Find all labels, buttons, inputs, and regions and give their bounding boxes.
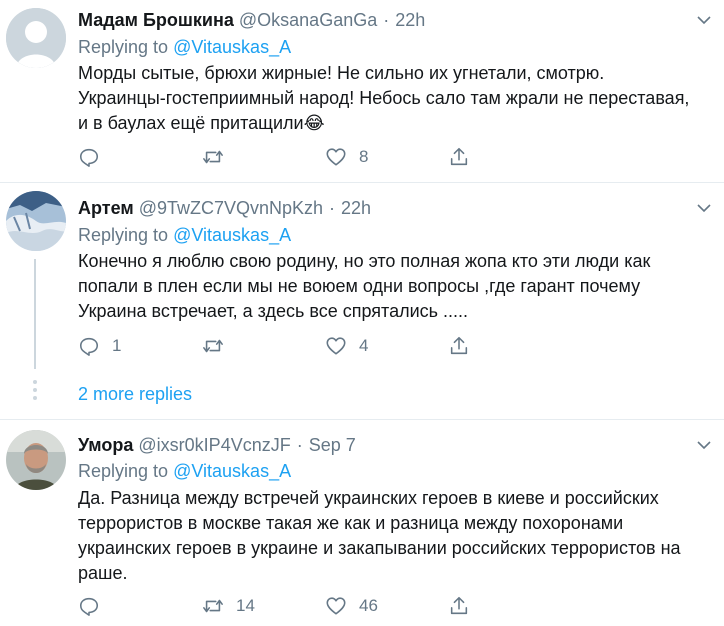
share-button[interactable] [448,594,470,618]
replying-to-label: Replying to [78,225,169,245]
replying-to-label: Replying to [78,37,169,57]
replying-to-link[interactable]: @Vitauskas_A [173,461,291,481]
replying-to-label: Replying to [78,461,169,481]
tweet-text-line: и в баулах ещё притащили😂 [78,113,325,133]
tweet-text-line: Конечно я люблю свою родину, но это полн… [78,251,651,271]
display-name[interactable]: Умора [78,435,133,455]
like-button[interactable]: 4 [325,334,368,358]
replying-to: Replying to @Vitauskas_A [78,36,291,58]
display-name[interactable]: Мадам Брошкина [78,10,234,30]
snow-landscape-avatar-icon [6,191,66,251]
like-count: 46 [359,596,378,615]
replying-to-link[interactable]: @Vitauskas_A [173,37,291,57]
reply-icon [79,597,99,616]
user-handle[interactable]: @9TwZC7VQvnNpKzh [139,198,323,218]
user-handle[interactable]: @ixsr0kIP4VcnzJF [138,435,290,455]
tweet-header: Умора @ixsr0kIP4VcnzJF · Sep 7 [78,434,356,456]
separator-dot: · [296,435,303,455]
retweet-icon [203,339,223,353]
tweet-actions: 8 [78,145,498,169]
tweet-text-line: попали в плен если мы не воюем одни вопр… [78,276,641,296]
tweet-text-line: Морды сытые, брюхи жирные! Не сильно их … [78,63,605,83]
tweet-text: Да. Разница между встречей украинских ге… [78,486,718,586]
tweet-actions: 1 4 [78,334,498,358]
reply-count: 1 [112,336,122,355]
tweet-header: Мадам Брошкина @OksanaGanGa · 22h [78,9,425,31]
reply-icon [79,148,99,167]
share-icon [450,336,468,355]
tweet-actions: 14 46 [78,594,498,618]
tweet-text-line: раше. [78,563,128,583]
caret-down-icon[interactable] [696,200,712,216]
tweet-text-line: Украинцы-гостеприимный народ! Небось сал… [78,88,690,108]
share-button[interactable] [448,334,470,358]
retweet-icon [203,599,223,613]
tweet-text-line: террористов в москве такая же как и разн… [78,513,624,533]
timestamp[interactable]: 22h [341,198,371,218]
avatar-snow-photo[interactable] [6,191,66,251]
retweet-icon [203,150,223,164]
timestamp[interactable]: 22h [395,10,425,30]
retweet-button[interactable] [202,334,236,358]
share-button[interactable] [448,145,470,169]
like-count: 8 [359,147,369,166]
like-button[interactable]: 46 [325,594,378,618]
like-button[interactable]: 8 [325,145,368,169]
more-replies-link[interactable]: 2 more replies [78,384,192,405]
tweet-text-line: Украина встречает, а здесь все спряталис… [78,301,469,321]
caret-down-icon[interactable] [696,12,712,28]
reply-icon [79,337,99,356]
thread-dots [33,380,37,404]
avatar-default[interactable] [6,8,66,68]
retweet-button[interactable] [202,145,236,169]
tweet-text-line: Да. Разница между встречей украинских ге… [78,488,659,508]
reply-button[interactable] [78,145,112,169]
display-name[interactable]: Артем [78,198,134,218]
user-handle[interactable]: @OksanaGanGa [239,10,377,30]
replying-to: Replying to @Vitauskas_A [78,460,291,482]
share-icon [450,147,468,166]
like-icon [326,337,346,355]
caret-down-icon[interactable] [696,437,712,453]
tweet-text: Морды сытые, брюхи жирные! Не сильно их … [78,61,718,136]
replying-to-link[interactable]: @Vitauskas_A [173,225,291,245]
like-icon [326,597,346,615]
reply-button[interactable]: 1 [78,334,121,358]
share-icon [450,596,468,615]
retweet-count: 14 [236,596,255,615]
tweet-3[interactable]: Умора @ixsr0kIP4VcnzJF · Sep 7 Replying to… [0,420,724,626]
tweet-text: Конечно я люблю свою родину, но это полн… [78,249,718,324]
avatar-man-photo[interactable] [6,430,66,490]
man-portrait-avatar-icon [6,430,66,490]
tweet-header: Артем @9TwZC7VQvnNpKzh · 22h [78,197,371,219]
tweet-text-line: украинских героев в украине и закапывани… [78,538,681,558]
tweet-1[interactable]: Мадам Брошкина @OksanaGanGa · 22h Replying… [0,0,724,182]
default-avatar-icon [6,8,66,68]
replying-to: Replying to @Vitauskas_A [78,224,291,246]
timestamp[interactable]: Sep 7 [309,435,356,455]
like-icon [326,148,346,166]
retweet-button[interactable]: 14 [202,594,255,618]
thread-line [34,259,36,369]
separator-dot: · [383,10,390,30]
separator-dot: · [329,198,336,218]
reply-button[interactable] [78,594,112,618]
like-count: 4 [359,336,369,355]
